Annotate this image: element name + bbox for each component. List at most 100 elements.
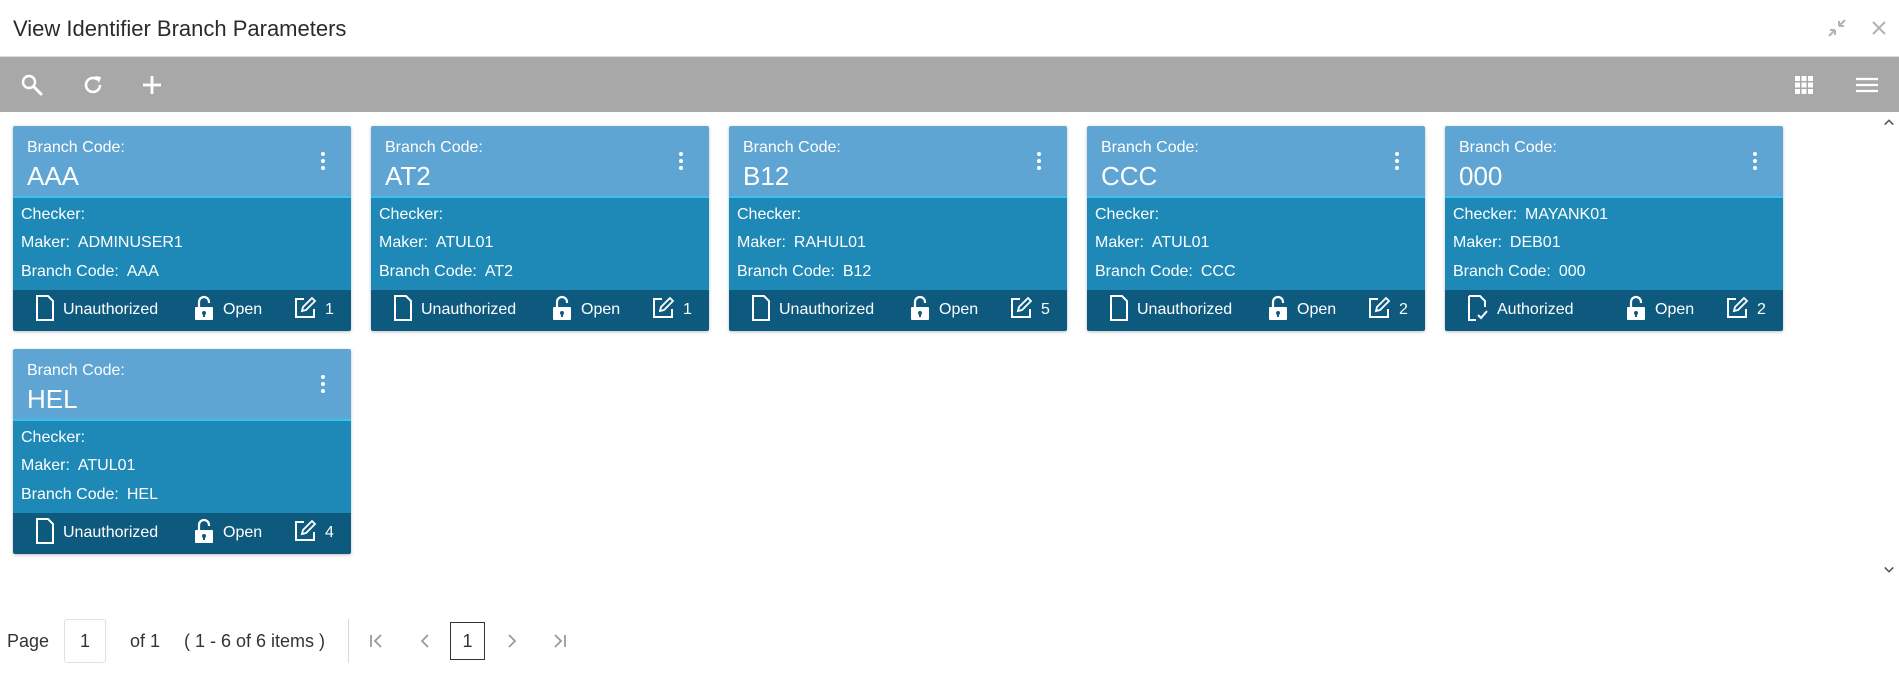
record-status: Open [551,295,621,323]
record-status: Open [1625,295,1694,323]
modification-count: 5 [1009,296,1050,323]
card-header: Branch Code: AT2 [371,126,709,198]
card-header: Branch Code: AAA [13,126,351,198]
maker-value: RAHUL01 [793,234,866,251]
card-body: Checker: Maker: ATUL01 Branch Code: HEL [13,421,351,513]
record-status-label: Open [223,301,263,318]
modifications-value: 1 [683,301,692,318]
card-body: Checker: Maker: ADMINUSER1 Branch Code: AA… [13,198,351,290]
more-options-icon[interactable] [313,371,333,397]
items-count: ( 1 - 6 of 6 items ) [184,631,326,651]
card-footer: Unauthorized Open 5 [729,290,1067,331]
branch-code-row: Branch Code: CCC [1095,263,1236,281]
modifications-value: 5 [1041,301,1050,318]
add-icon[interactable] [136,69,168,101]
maker-label: Maker: [1453,234,1502,251]
auth-status-label: Unauthorized [421,301,517,318]
branch-code-field-label: Branch Code: [1453,263,1551,280]
branch-code-field-value: CCC [1200,263,1236,280]
more-options-icon[interactable] [1387,148,1407,174]
checker-row: Checker: [737,206,809,224]
more-options-icon[interactable] [1029,148,1049,174]
modifications-value: 4 [325,524,334,541]
card-body: Checker: Maker: ATUL01 Branch Code: CCC [1087,198,1425,290]
scrollbar[interactable] [1879,112,1899,582]
record-status: Open [909,295,978,326]
record-card[interactable]: Branch Code: CCC Checker: Maker: ATUL01 B… [1087,126,1425,331]
more-options-icon[interactable] [671,148,691,174]
record-status-label: Open [581,301,621,318]
page-of-label: of 1 [130,631,161,651]
branch-code-label: Branch Code: [27,362,125,379]
next-page-icon[interactable] [500,629,524,653]
modification-count: 2 [1725,296,1766,323]
record-status: Open [1267,295,1337,323]
branch-code-field-label: Branch Code: [1095,263,1193,280]
record-card[interactable]: Branch Code: B12 Checker: Maker: RAHUL01 … [729,126,1067,331]
maker-row: Maker: ATUL01 [1095,234,1209,252]
record-card[interactable]: Branch Code: 000 Checker: MAYANK01 Maker:… [1445,126,1783,331]
card-header: Branch Code: B12 [729,126,1067,198]
branch-code-label: Branch Code: [385,139,483,156]
close-icon[interactable] [1867,16,1891,40]
maker-row: Maker: DEB01 [1453,234,1561,252]
checker-label: Checker: [21,429,86,446]
checker-label: Checker: [1453,206,1518,223]
more-options-icon[interactable] [313,148,333,174]
modification-count: 1 [651,296,692,323]
grid-view-icon[interactable] [1788,69,1820,101]
auth-status: Authorized [1467,294,1574,323]
scroll-down-icon[interactable] [1883,564,1895,576]
branch-code: CCC [1101,161,1158,191]
unlock-icon [193,295,215,326]
refresh-icon[interactable] [77,69,109,101]
auth-status: Unauthorized [35,517,158,549]
last-page-icon[interactable] [548,629,572,653]
document-icon [35,517,55,549]
record-card[interactable]: Branch Code: AT2 Checker: Maker: ATUL01 B… [371,126,709,331]
list-view-icon[interactable] [1851,69,1883,101]
branch-code-row: Branch Code: HEL [21,486,158,504]
maker-row: Maker: ATUL01 [379,234,493,252]
page-input[interactable]: 1 [64,619,106,663]
minimize-icon[interactable] [1825,16,1849,40]
record-status-label: Open [223,524,263,541]
checker-row: Checker: [379,206,451,224]
branch-code-label: Branch Code: [1459,139,1557,156]
maker-value: DEB01 [1509,234,1561,251]
record-card[interactable]: Branch Code: HEL Checker: Maker: ATUL01 B… [13,349,351,554]
maker-value: ADMINUSER1 [77,234,183,251]
branch-code-row: Branch Code: 000 [1453,263,1586,281]
modifications-value: 1 [325,301,334,318]
checker-row: Checker: [1095,206,1167,224]
branch-code-field-value: HEL [126,486,158,503]
maker-value: ATUL01 [1151,234,1210,251]
card-footer: Unauthorized Open 4 [13,513,351,554]
record-card[interactable]: Branch Code: AAA Checker: Maker: ADMINUSE… [13,126,351,331]
branch-code-field-label: Branch Code: [21,263,119,280]
maker-label: Maker: [21,234,70,251]
more-options-icon[interactable] [1745,148,1765,174]
maker-row: Maker: RAHUL01 [737,234,866,252]
auth-status: Unauthorized [393,294,517,323]
maker-label: Maker: [737,234,786,251]
maker-row: Maker: ADMINUSER1 [21,234,183,252]
maker-row: Maker: ATUL01 [21,457,135,475]
checker-row: Checker: [21,206,93,224]
branch-code-field-label: Branch Code: [737,263,835,280]
modifications-value: 2 [1757,301,1766,318]
maker-value: ATUL01 [435,234,494,251]
unlock-icon [909,295,931,326]
search-icon[interactable] [16,69,48,101]
checker-label: Checker: [21,206,86,223]
current-page[interactable]: 1 [450,622,485,660]
record-status-label: Open [1297,301,1337,318]
card-footer: Unauthorized Open 1 [371,290,709,331]
branch-code: B12 [743,161,790,191]
scroll-up-icon[interactable] [1883,116,1895,128]
first-page-icon[interactable] [364,629,388,653]
prev-page-icon[interactable] [413,629,437,653]
checker-row: Checker: [21,429,93,447]
document-icon [35,294,55,326]
checker-row: Checker: MAYANK01 [1453,206,1608,224]
